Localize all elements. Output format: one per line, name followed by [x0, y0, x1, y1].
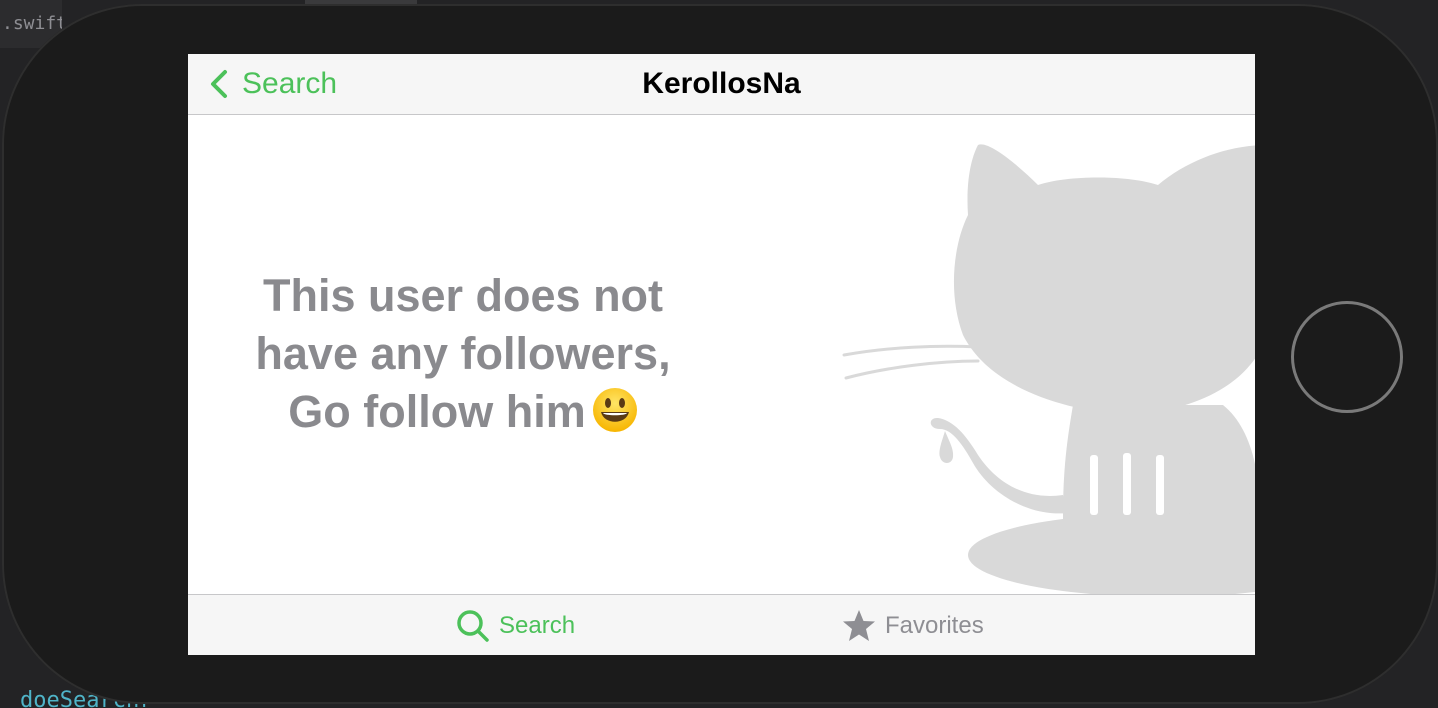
tab-favorites[interactable]: Favorites	[841, 595, 984, 655]
grinning-face-emoji	[592, 388, 637, 432]
back-button[interactable]: Search	[208, 54, 337, 114]
octocat-logo	[842, 144, 1255, 594]
back-button-label: Search	[242, 67, 338, 100]
tab-search-label: Search	[499, 611, 576, 639]
empty-state-line-with-emoji: Go follow him	[228, 383, 698, 441]
home-button[interactable]	[1291, 301, 1403, 413]
empty-state-line: have any followers,	[255, 328, 671, 379]
tab-favorites-label: Favorites	[885, 611, 984, 639]
star-icon	[843, 609, 875, 641]
chevron-left-icon	[211, 70, 227, 98]
empty-state-message: This user does not have any followers, G…	[228, 267, 698, 441]
page-title: KerollosNa	[642, 67, 801, 100]
tab-bar: Search Favorites	[188, 594, 1255, 655]
app-screen: Search KerollosNa This user does not hav…	[188, 54, 1255, 655]
empty-state-line: Go follow him	[288, 386, 586, 437]
magnifying-glass-icon	[457, 609, 489, 642]
tab-search[interactable]: Search	[455, 595, 575, 655]
followers-empty-state: This user does not have any followers, G…	[188, 115, 1255, 594]
navigation-bar: Search KerollosNa	[188, 54, 1255, 115]
empty-state-line: This user does not	[262, 270, 664, 321]
